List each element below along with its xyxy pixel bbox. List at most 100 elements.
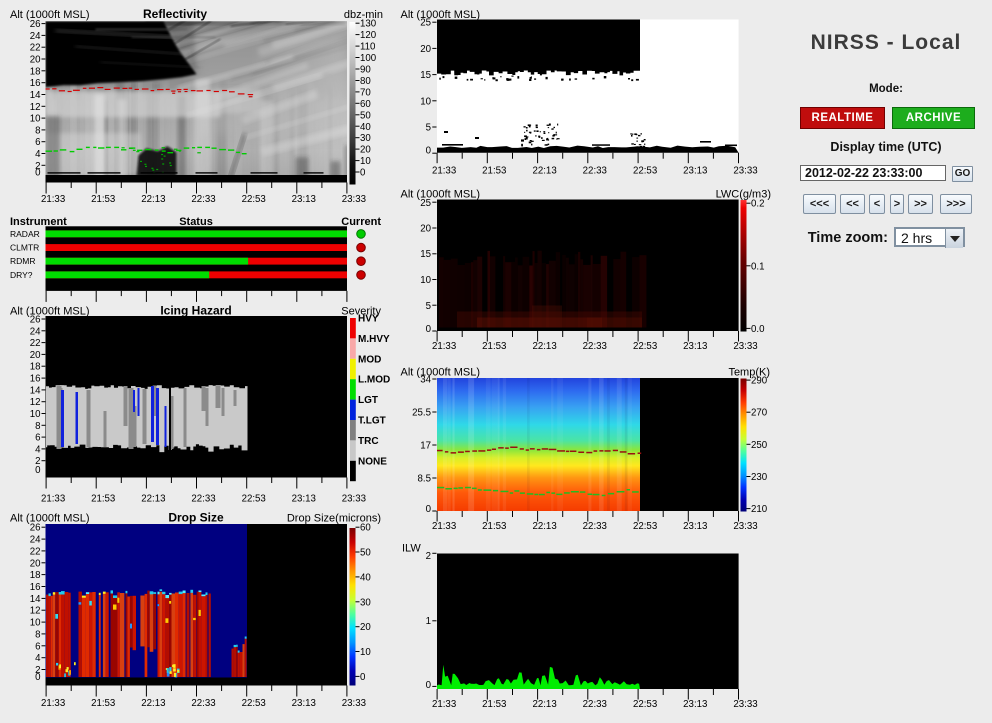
svg-text:26: 26 [30,19,41,30]
svg-text:21:53: 21:53 [482,521,506,532]
svg-text:20: 20 [30,55,41,66]
svg-text:60: 60 [360,99,371,110]
svg-text:22:53: 22:53 [242,194,266,205]
svg-text:21:33: 21:33 [432,699,456,710]
svg-text:22: 22 [30,43,41,54]
svg-text:22:33: 22:33 [191,194,215,205]
svg-text:CLMTR: CLMTR [10,243,39,253]
svg-text:16: 16 [30,78,41,89]
svg-text:20: 20 [30,350,41,361]
svg-text:22:53: 22:53 [633,521,657,532]
svg-text:10: 10 [30,114,41,125]
svg-text:34: 34 [420,375,431,386]
svg-text:18: 18 [30,66,41,77]
svg-text:50: 50 [360,548,371,559]
svg-text:22:13: 22:13 [141,194,165,205]
svg-text:120: 120 [360,30,377,41]
svg-text:21:53: 21:53 [482,165,506,176]
svg-text:10: 10 [30,409,41,420]
svg-text:22:13: 22:13 [532,165,556,176]
svg-text:L.MOD: L.MOD [358,375,390,386]
svg-text:21:33: 21:33 [41,194,65,205]
svg-text:22:33: 22:33 [583,699,607,710]
svg-text:25.5: 25.5 [412,408,431,419]
svg-text:14: 14 [30,385,41,396]
svg-text:24: 24 [30,326,41,337]
svg-text:2: 2 [426,551,431,562]
svg-text:Alt (1000ft MSL): Alt (1000ft MSL) [401,367,480,379]
svg-text:T.LGT: T.LGT [358,416,386,427]
svg-text:8: 8 [35,421,40,432]
svg-text:18: 18 [30,362,41,373]
svg-text:23:33: 23:33 [733,521,757,532]
svg-text:0: 0 [360,168,366,179]
svg-text:16: 16 [30,582,41,593]
svg-text:0.1: 0.1 [751,261,764,272]
svg-text:22: 22 [30,546,41,557]
svg-text:21:53: 21:53 [91,698,115,709]
svg-text:60: 60 [360,523,371,534]
svg-text:0: 0 [426,680,432,691]
svg-text:Status: Status [179,216,213,228]
svg-text:22:33: 22:33 [583,165,607,176]
svg-text:21:33: 21:33 [432,165,456,176]
svg-text:2: 2 [35,161,40,172]
svg-text:21:33: 21:33 [432,521,456,532]
svg-text:Current: Current [341,216,381,228]
svg-text:22:13: 22:13 [532,341,556,352]
svg-text:Reflectivity: Reflectivity [143,7,207,21]
svg-text:HVY: HVY [358,314,379,325]
svg-text:Alt (1000ft MSL): Alt (1000ft MSL) [401,9,480,21]
svg-text:130: 130 [360,19,377,30]
svg-text:15: 15 [420,249,431,260]
svg-text:8: 8 [35,629,40,640]
svg-text:16: 16 [30,374,41,385]
svg-text:21:33: 21:33 [432,341,456,352]
svg-text:20: 20 [360,145,371,156]
svg-text:1: 1 [426,616,431,627]
svg-text:10: 10 [360,647,371,658]
svg-text:2: 2 [35,665,40,676]
svg-text:23:33: 23:33 [342,194,366,205]
svg-text:4: 4 [35,653,41,664]
svg-text:22:53: 22:53 [242,698,266,709]
svg-text:22:53: 22:53 [633,699,657,710]
svg-text:Alt (1000ft MSL): Alt (1000ft MSL) [10,9,89,21]
svg-text:23:33: 23:33 [733,699,757,710]
svg-text:80: 80 [360,76,371,87]
svg-text:21:53: 21:53 [482,341,506,352]
svg-text:14: 14 [30,594,41,605]
svg-text:230: 230 [751,472,768,483]
svg-text:12: 12 [30,606,41,617]
svg-text:NONE: NONE [358,456,387,467]
svg-text:10: 10 [30,618,41,629]
svg-text:290: 290 [751,376,768,387]
svg-text:10: 10 [360,156,371,167]
svg-text:26: 26 [30,523,41,534]
svg-text:50: 50 [360,110,371,121]
svg-text:Instrument: Instrument [10,216,67,228]
svg-text:5: 5 [426,301,431,312]
svg-text:110: 110 [360,42,376,53]
svg-text:23:13: 23:13 [683,699,707,710]
svg-text:24: 24 [30,535,41,546]
svg-text:22:13: 22:13 [532,521,556,532]
svg-text:30: 30 [360,133,371,144]
svg-text:0: 0 [426,146,432,157]
svg-text:25: 25 [420,198,431,209]
svg-text:6: 6 [35,433,40,444]
svg-text:18: 18 [30,570,41,581]
svg-text:4: 4 [35,149,41,160]
svg-text:20: 20 [420,224,431,235]
svg-text:22:53: 22:53 [242,493,266,504]
svg-text:23:13: 23:13 [292,194,316,205]
svg-text:0.0: 0.0 [751,324,765,335]
svg-text:DRY?: DRY? [10,270,33,280]
svg-text:M.HVY: M.HVY [358,334,390,345]
svg-text:26: 26 [30,315,41,326]
svg-text:22:33: 22:33 [191,698,215,709]
svg-text:MOD: MOD [358,354,381,365]
svg-text:21:53: 21:53 [482,699,506,710]
svg-text:12: 12 [30,102,41,113]
svg-text:23:33: 23:33 [342,493,366,504]
